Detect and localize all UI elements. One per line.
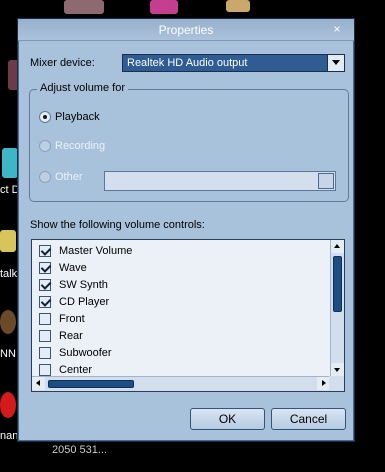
ok-button[interactable]: OK (190, 408, 265, 430)
other-device-button[interactable] (318, 173, 334, 189)
list-item-label: Master Volume (59, 244, 133, 257)
list-item[interactable]: Wave (39, 259, 87, 276)
scroll-corner (329, 376, 344, 391)
recording-label: Recording (55, 140, 106, 152)
vertical-scroll-thumb[interactable] (333, 256, 342, 312)
close-icon[interactable]: × (330, 22, 344, 36)
scroll-up-icon[interactable] (331, 240, 344, 253)
checkbox[interactable] (39, 261, 51, 274)
list-item[interactable]: Subwoofer (39, 344, 112, 361)
desktop-icon[interactable] (0, 310, 16, 334)
other-radio[interactable] (39, 171, 51, 183)
chevron-down-icon[interactable] (327, 55, 344, 71)
desktop-icon[interactable] (0, 230, 16, 252)
checkbox[interactable] (39, 312, 51, 325)
horizontal-scroll-thumb[interactable] (48, 380, 134, 388)
other-label: Other (55, 171, 83, 183)
list-item-label: Subwoofer (59, 346, 112, 359)
recording-radio[interactable] (39, 140, 51, 152)
group-title: Adjust volume for (37, 82, 128, 94)
checkbox[interactable] (39, 329, 51, 342)
desktop-icon[interactable] (150, 0, 178, 14)
list-item-label: Rear (59, 329, 83, 342)
controls-label: Show the following volume controls: (30, 219, 205, 231)
desktop-label: talk (0, 268, 18, 280)
desktop-label: NN (0, 348, 16, 360)
scroll-down-icon[interactable] (331, 363, 344, 376)
vertical-scrollbar[interactable] (330, 240, 344, 376)
list-item-label: Center (59, 363, 93, 376)
other-device-field[interactable] (104, 171, 336, 191)
title-bar[interactable]: Properties × (18, 19, 354, 41)
mixer-device-value: Realtek HD Audio output (127, 57, 248, 69)
checkbox[interactable] (39, 346, 51, 359)
checkbox[interactable] (39, 363, 51, 376)
checkbox[interactable] (39, 295, 51, 308)
mixer-device-label: Mixer device: (30, 57, 95, 69)
list-item[interactable]: SW Synth (39, 276, 108, 293)
horizontal-scrollbar[interactable] (32, 376, 330, 391)
desktop-label: nan (0, 430, 19, 442)
list-item[interactable]: CD Player (39, 293, 109, 310)
list-item-label: CD Player (59, 295, 110, 308)
list-item[interactable]: Rear (39, 327, 83, 344)
desktop-icon[interactable] (0, 392, 16, 418)
playback-radio[interactable] (39, 111, 51, 123)
cancel-button[interactable]: Cancel (271, 408, 346, 430)
checkbox[interactable] (39, 278, 51, 291)
desktop-icon[interactable] (226, 0, 250, 12)
properties-dialog: Properties × Mixer device: Realtek HD Au… (17, 18, 355, 442)
list-item-label: Front (59, 312, 85, 325)
desktop-label: 2050 531... (52, 444, 108, 456)
list-item[interactable]: Front (39, 310, 85, 327)
volume-controls-list[interactable]: Master Volume Wave SW Synth CD Player Fr… (31, 239, 345, 392)
desktop-icon[interactable] (2, 148, 18, 178)
checkbox[interactable] (39, 244, 51, 257)
desktop-icon[interactable] (64, 0, 104, 14)
dialog-title: Properties (158, 23, 214, 37)
playback-label[interactable]: Playback (55, 111, 100, 123)
list-item-label: SW Synth (59, 278, 108, 291)
list-item-label: Wave (59, 261, 87, 274)
list-item[interactable]: Master Volume (39, 242, 132, 259)
mixer-device-select[interactable]: Realtek HD Audio output (122, 54, 345, 72)
scroll-left-icon[interactable] (32, 377, 45, 390)
